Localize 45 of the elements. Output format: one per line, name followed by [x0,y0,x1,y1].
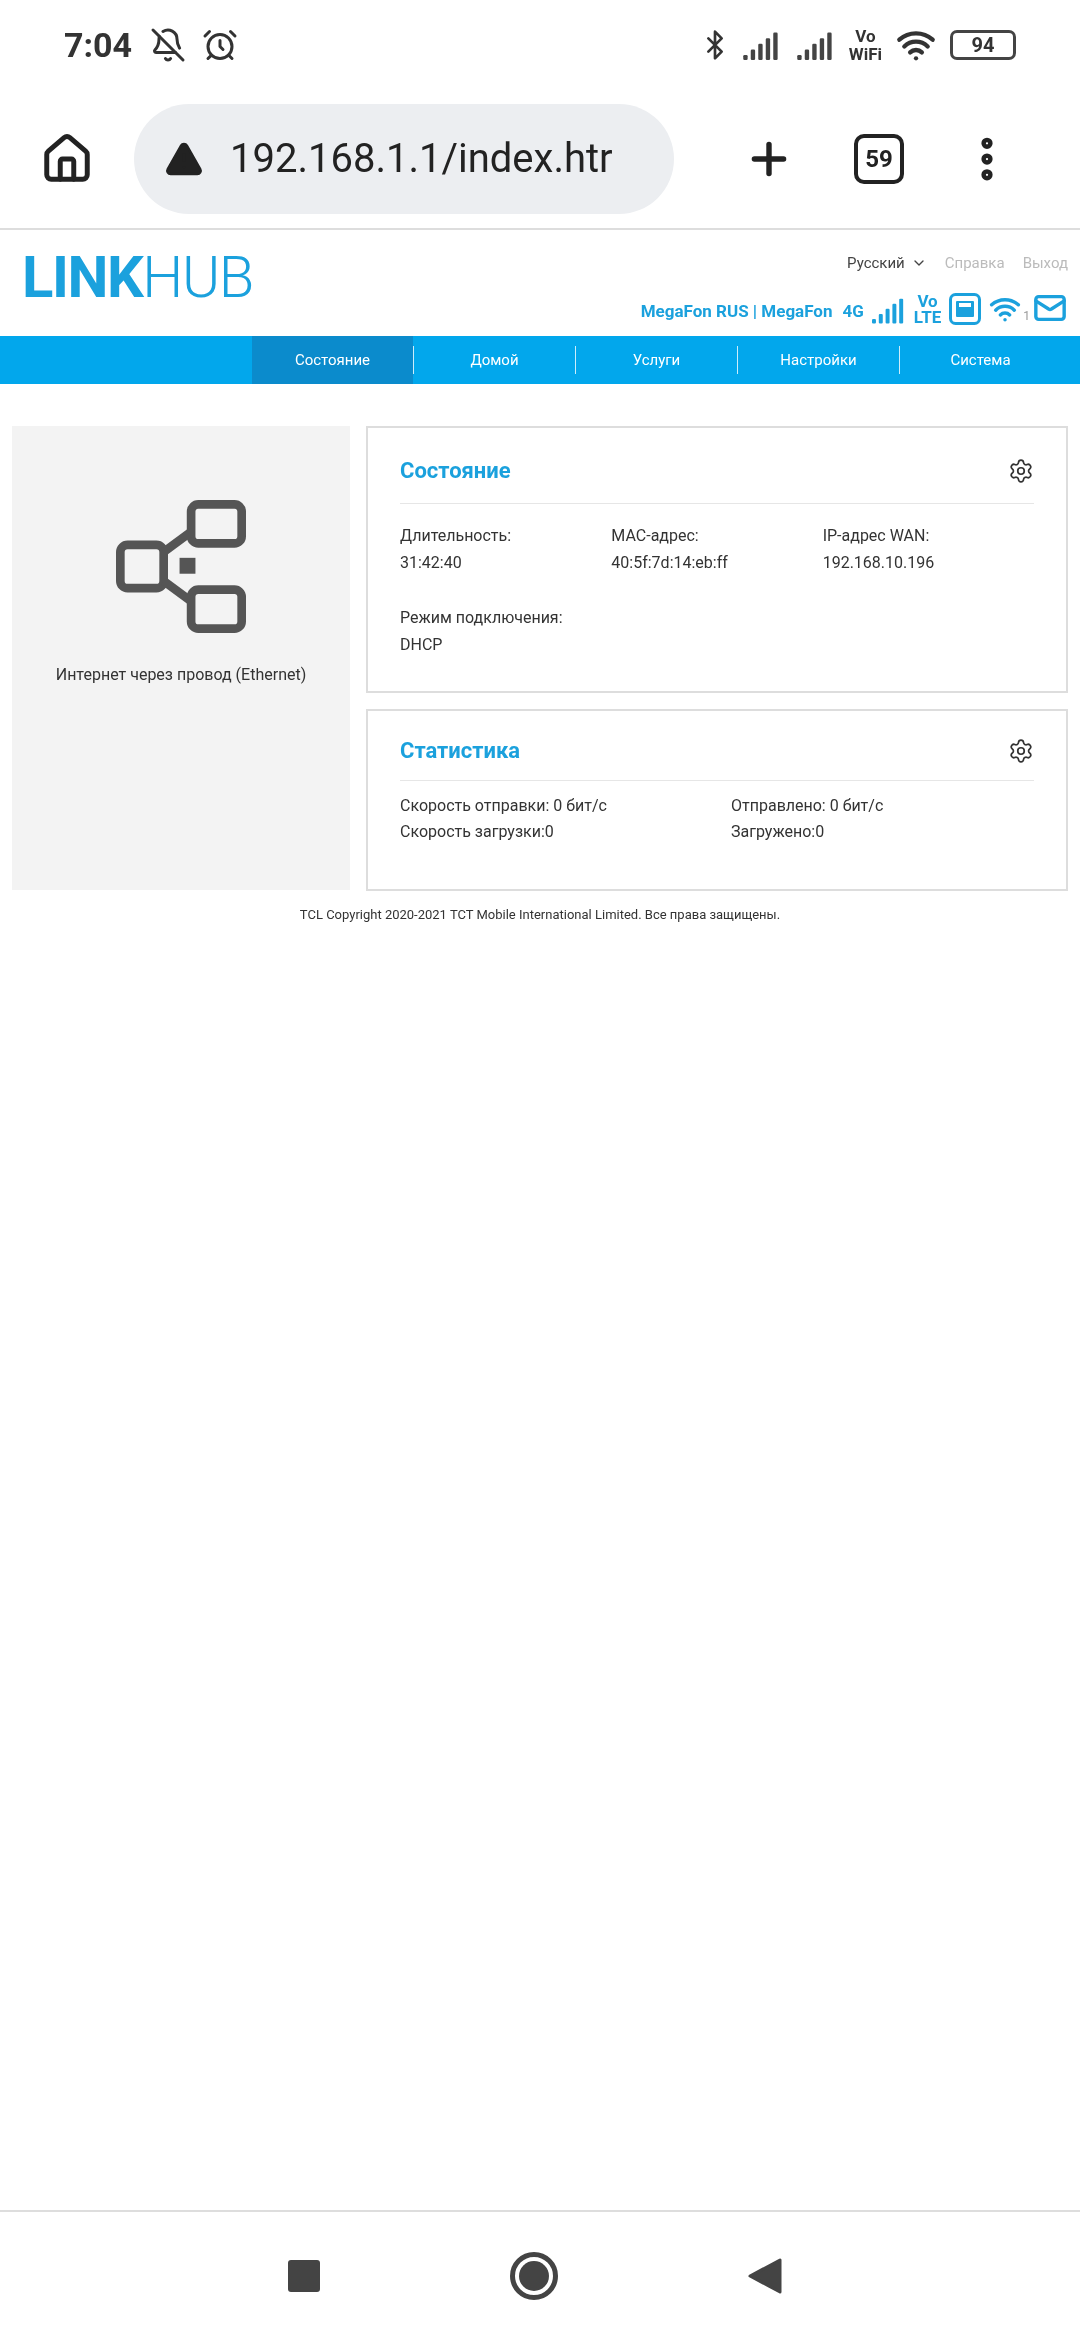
volte-label: LTE [913,308,942,325]
battery-indicator: 94 [950,30,1016,60]
alarm-clock-icon [202,27,239,63]
statistic-text: Скорость отправки: 0 бит/с [400,795,608,817]
statistic-text: Отправлено: 0 бит/с [731,795,885,817]
language-select[interactable]: Русский [847,252,927,275]
statistic-text: Скорость загрузки:0 [400,821,555,843]
field-value: 31:42:40 [400,552,463,574]
card-title: Статистика [400,737,521,765]
field-value: 40:5f:7d:14:eb:ff [611,552,729,574]
nav-tab[interactable]: Настройки [738,336,899,384]
network-share-icon [116,500,246,633]
settings-icon[interactable] [1008,457,1034,484]
statistic-text: Загружено:0 [731,821,826,843]
copyright-text: TCL Copyright 2020-2021 TCT Mobile International Limited. Все права защищены. [299,906,781,924]
settings-icon[interactable] [1008,737,1034,764]
connection-type-label: Интернет через провод (Ethernet) [55,664,307,686]
url-text: 192.168.1.1/index.htr [230,134,613,184]
vowifi-label: WiFi [848,45,882,63]
back-icon[interactable] [748,2258,782,2294]
muted-bell-icon [150,27,187,63]
field-label: MAC-адрес: [611,525,700,547]
volte-label: Vo [917,292,938,309]
home-button[interactable] [510,2252,558,2300]
ethernet-port-icon [949,292,982,325]
header-link[interactable]: Выход [1022,252,1068,275]
clock-time: 7:04 [64,23,133,67]
nav-tab[interactable]: Состояние [252,336,413,384]
nav-tab[interactable]: Услуги [576,336,737,384]
linkhub-logo: LINKHUB [22,248,253,313]
header-link[interactable]: Справка [944,252,1005,275]
field-value: 192.168.10.196 [822,552,936,574]
carrier-name: MegaFon RUS | MegaFon [640,300,833,323]
card-title: Состояние [400,457,511,485]
field-value: DHCP [400,634,444,656]
field-label: IP-адрес WAN: [822,525,931,547]
tab-count-button[interactable]: 59 [854,134,904,184]
nav-tab[interactable]: Система [900,336,1061,384]
field-label: Длительность: [400,525,513,547]
vowifi-label: Vo [855,27,876,45]
field-label: Режим подключения: [400,607,564,629]
address-bar[interactable]: 192.168.1.1/index.htr [134,104,674,214]
wifi-client-count: 1 [1023,307,1030,325]
nav-tab[interactable]: Домой [414,336,575,384]
network-type: 4G [842,300,864,323]
